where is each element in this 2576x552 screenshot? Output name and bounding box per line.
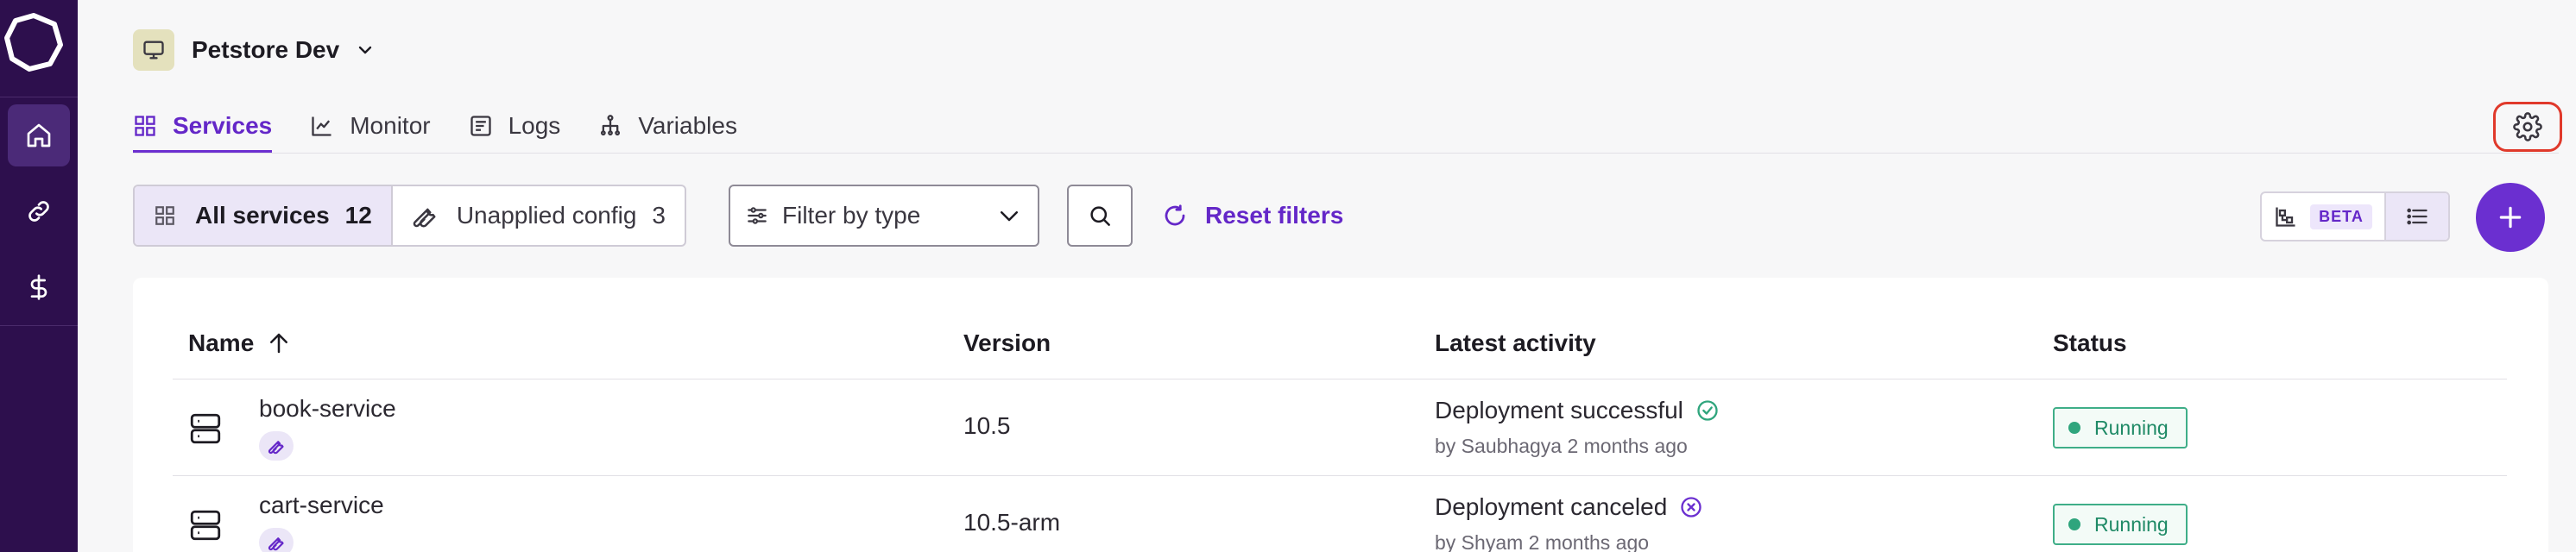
project-switcher[interactable]: Petstore Dev	[133, 29, 376, 71]
wrench-icon	[413, 208, 436, 228]
table-header: Name Version Latest activity Status	[173, 326, 2507, 380]
column-header-label: Version	[963, 329, 1051, 356]
all-services-label: All services	[195, 202, 330, 229]
tab-services[interactable]: Services	[133, 104, 273, 154]
all-services-button[interactable]: All services 12	[135, 186, 393, 245]
status-text: Running	[2094, 512, 2169, 536]
sidebar-nav	[0, 97, 78, 326]
server-icon	[190, 413, 221, 444]
activity-text: Deployment canceled	[1435, 493, 1668, 520]
link-icon	[28, 201, 49, 222]
service-scope-toggle: All services 12 Unapplied config 3	[133, 185, 686, 247]
activity-meta: by Saubhagya 2 months ago	[1435, 435, 1688, 457]
filter-by-type-select[interactable]: Filter by type	[729, 185, 1039, 247]
reset-filters-label: Reset filters	[1205, 202, 1344, 229]
variables-icon	[601, 115, 621, 136]
canvas-view-button[interactable]: BETA	[2262, 193, 2386, 240]
unapplied-config-count: 3	[652, 202, 666, 229]
status-dot	[2068, 518, 2080, 530]
project-name: Petstore Dev	[192, 36, 340, 63]
activity-text: Deployment successful	[1435, 397, 1683, 423]
server-icon	[190, 510, 221, 541]
arrow-up-icon	[270, 333, 288, 354]
sidebar-item-home[interactable]	[0, 97, 78, 173]
x-circle-icon	[1681, 497, 1702, 518]
sidebar-item-billing[interactable]	[0, 249, 78, 325]
wrench-icon	[268, 537, 284, 551]
service-version: 10.5	[963, 412, 1011, 439]
wrench-icon	[268, 441, 284, 455]
tabs-divider	[133, 153, 2559, 154]
view-mode-toggle: BETA	[2260, 191, 2450, 242]
tab-monitor[interactable]: Monitor	[310, 104, 431, 148]
search-button[interactable]	[1067, 185, 1133, 247]
column-header-label: Latest activity	[1435, 329, 1596, 356]
column-header-label: Name	[188, 329, 255, 356]
column-header-version: Version	[963, 326, 1051, 361]
logs-icon	[470, 116, 491, 136]
column-header-name[interactable]: Name	[188, 326, 292, 361]
activity-meta: by Shyam 2 months ago	[1435, 531, 1650, 552]
grid-icon	[135, 116, 155, 136]
search-icon	[1090, 206, 1110, 226]
tab-label: Services	[173, 112, 273, 139]
column-header-status: Status	[2053, 326, 2127, 361]
canvas-view-icon	[2276, 207, 2295, 227]
gear-icon	[2513, 112, 2542, 141]
main-tabs: Services Monitor Logs Variables	[133, 104, 775, 154]
plus-icon	[2499, 206, 2522, 229]
unapplied-config-badge	[259, 528, 294, 552]
service-version: 10.5-arm	[963, 509, 1061, 536]
sliders-icon	[748, 207, 767, 224]
sidebar-item-links[interactable]	[0, 173, 78, 249]
dollar-icon	[30, 274, 47, 300]
settings-button[interactable]	[2493, 102, 2562, 152]
chevron-down-icon	[358, 46, 372, 54]
chevron-down-icon	[1001, 211, 1018, 222]
column-header-label: Status	[2053, 329, 2127, 356]
unapplied-config-label: Unapplied config	[456, 202, 637, 229]
chart-line-icon	[312, 116, 331, 136]
tab-label: Logs	[508, 112, 561, 139]
latest-activity: Deployment canceled	[1435, 493, 1703, 521]
status-badge: Running	[2053, 504, 2188, 545]
status-badge: Running	[2053, 407, 2188, 448]
tab-label: Variables	[638, 112, 737, 139]
all-services-count: 12	[344, 202, 372, 229]
table-row[interactable]: cart-service 10.5-arm Deployment cancele…	[173, 476, 2507, 552]
column-header-activity: Latest activity	[1435, 326, 1596, 361]
tab-logs[interactable]: Logs	[469, 104, 561, 148]
project-avatar	[133, 29, 174, 71]
grid-icon	[155, 206, 174, 225]
filter-placeholder: Filter by type	[782, 202, 921, 229]
service-name[interactable]: cart-service	[259, 492, 384, 519]
service-name[interactable]: book-service	[259, 395, 396, 423]
status-text: Running	[2094, 416, 2169, 439]
reset-filters-button[interactable]: Reset filters	[1162, 185, 1343, 247]
refresh-icon	[1165, 204, 1185, 226]
status-dot	[2068, 422, 2080, 434]
table-row[interactable]: book-service 10.5 Deployment successful …	[173, 380, 2507, 476]
home-icon	[27, 123, 51, 147]
sidebar	[0, 0, 78, 552]
app-logo-icon[interactable]	[3, 12, 64, 72]
add-service-button[interactable]	[2476, 183, 2545, 252]
tab-variables[interactable]: Variables	[598, 104, 737, 148]
unapplied-config-button[interactable]: Unapplied config 3	[393, 186, 685, 245]
unapplied-config-badge	[259, 431, 294, 461]
services-table: Name Version Latest activity Status book…	[133, 278, 2548, 552]
list-icon	[2407, 208, 2428, 225]
tab-label: Monitor	[350, 112, 431, 139]
beta-badge: BETA	[2310, 204, 2372, 229]
check-circle-icon	[1697, 400, 1718, 421]
monitor-icon	[143, 41, 164, 60]
latest-activity: Deployment successful	[1435, 397, 1720, 424]
list-view-button[interactable]	[2386, 193, 2448, 240]
